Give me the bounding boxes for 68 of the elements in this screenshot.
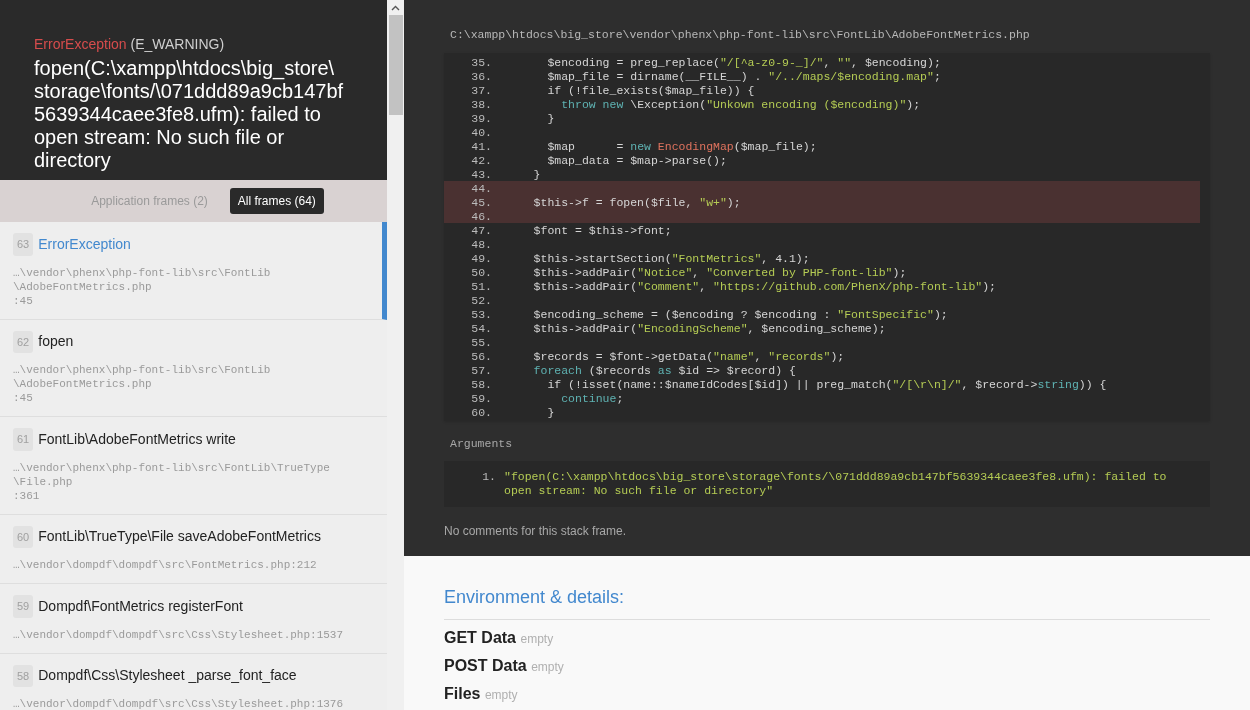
argument-value: "fopen(C:\xampp\htdocs\big_store\storage\fonts/\071ddd89a9cb147bf5639344caee3fe8.ufm): failed to open stream: No such file or directory": [504, 469, 1168, 498]
code-line: 52.: [470, 293, 493, 308]
stack-frame[interactable]: 59 Dompdf\FontMetrics registerFont …\vendor\dompdf\dompdf\src\Css\Stylesheet.php:1537: [0, 584, 387, 654]
code-line: 37. if (!file_exists($map_file)) {: [470, 83, 756, 98]
code-line: 50. $this->addPair("Notice", "Converted by PHP-font-lib");: [470, 265, 908, 280]
frame-file-path: …\vendor\dompdf\dompdf\src\FontMetrics.php:212: [13, 558, 318, 572]
frame-number: 62: [13, 330, 34, 353]
frame-title: Dompdf\Css\Stylesheet _parse_font_face: [38, 666, 297, 686]
code-line: 41. $map = new EncodingMap($map_file);: [470, 139, 818, 154]
code-line: 40.: [470, 125, 493, 140]
code-line: 48.: [470, 237, 493, 252]
code-line: 36. $map_file = dirname(__FILE__) . "/../maps/$encoding.map";: [470, 69, 942, 84]
code-line: 49. $this->startSection("FontMetrics", 4.1);: [470, 251, 811, 266]
scroll-up-icon[interactable]: [391, 5, 400, 11]
frame-title: FontLib\AdobeFontMetrics write: [38, 429, 236, 449]
code-line: 60. }: [470, 405, 556, 420]
scrollbar-thumb[interactable]: [388, 15, 403, 115]
frame-file-path: …\vendor\dompdf\dompdf\src\Css\Stylesheet.php:1376: [13, 697, 345, 710]
frame-number: 58: [13, 664, 34, 687]
arguments-label: Arguments: [449, 436, 514, 453]
frame-number: 63: [13, 233, 34, 256]
frame-file-path: \AdobeFontMetrics.php: [13, 377, 153, 391]
frame-title: FontLib\TrueType\File saveAdobeFontMetrics: [38, 527, 321, 547]
code-line: 47. $font = $this->font;: [470, 223, 673, 238]
frame-filter-tab[interactable]: All frames (64): [229, 188, 324, 214]
frame-file-path: \AdobeFontMetrics.php: [13, 279, 153, 294]
details-section-name: Files: [444, 684, 481, 702]
code-line: 56. $records = $font->getData("name", "records");: [470, 349, 846, 364]
frame-file-path: …\vendor\phenx\php-font-lib\src\FontLib\TrueType: [13, 460, 331, 475]
frame-file-path: …\vendor\dompdf\dompdf\src\Css\Stylesheet.php:1537: [13, 627, 345, 642]
details-section-name: GET Data: [444, 628, 516, 646]
code-line: 42. $map_data = $map->parse();: [470, 153, 728, 168]
frame-file-path: …\vendor\phenx\php-font-lib\src\FontLib: [13, 265, 272, 280]
code-line: 58. if (!isset(name::$nameIdCodes[$id]) || preg_match("/[\r\n]/", $record->string)) {: [470, 377, 1108, 392]
code-line: 55.: [470, 335, 493, 350]
details-section-value: empty: [484, 687, 518, 702]
frame-file-path: :45: [13, 391, 34, 405]
code-line: 38. throw new \Exception("Unkown encoding ($encoding)");: [470, 97, 922, 112]
code-file-path: C:\xampp\htdocs\big_store\vendor\phenx\php-font-lib\src\FontLib\AdobeFontMetrics.php: [449, 27, 1031, 43]
code-line: 59. continue;: [470, 391, 625, 406]
code-line: 43. }: [470, 167, 542, 182]
exception-message: fopen(C:\xampp\htdocs\big_store\storage\fonts/\071ddd89a9cb147bf5639344caee3fe8.ufm): failed to open stream: No such file or directory: [34, 57, 344, 172]
comments-note: No comments for this stack frame.: [444, 522, 628, 540]
argument-index: 1.: [481, 469, 497, 485]
code-line: 35. $encoding = preg_replace("/[^a-z0-9-_]/", "", $encoding);: [470, 55, 942, 70]
exception-code: (E_WARNING): [130, 36, 225, 52]
code-line: 39. }: [470, 111, 556, 126]
details-heading: Environment & details:: [444, 583, 1210, 620]
details-section-name: POST Data: [444, 656, 527, 674]
code-line: 54. $this->addPair("EncodingScheme", $encoding_scheme);: [470, 321, 887, 336]
frame-file-path: \File.php: [13, 474, 74, 489]
frame-title: fopen: [38, 332, 74, 352]
frame-file-path: :45: [13, 293, 34, 308]
code-line: 57. foreach ($records as $id => $record) {: [470, 363, 797, 378]
code-line: 51. $this->addPair("Comment", "https://github.com/PhenX/php-font-lib");: [470, 279, 998, 294]
stack-frame[interactable]: 60 FontLib\TrueType\File saveAdobeFontMetrics …\vendor\dompdf\dompdf\src\FontMetrics.php:212: [0, 514, 387, 584]
details-section-value: empty: [520, 631, 554, 646]
frame-number: 61: [13, 428, 34, 451]
exception-class: ErrorException: [34, 36, 127, 52]
frame-title: ErrorException: [38, 234, 131, 254]
scrollbar[interactable]: [387, 0, 404, 710]
frame-title: Dompdf\FontMetrics registerFont: [38, 596, 243, 616]
code-line: 53. $encoding_scheme = ($encoding ? $encoding : "FontSpecific");: [470, 307, 949, 322]
frame-file-path: …\vendor\phenx\php-font-lib\src\FontLib: [13, 363, 272, 377]
frame-file-path: :361: [13, 488, 41, 503]
frame-number: 59: [13, 595, 34, 618]
details-section-value: empty: [531, 659, 564, 674]
frame-number: 60: [13, 525, 34, 548]
